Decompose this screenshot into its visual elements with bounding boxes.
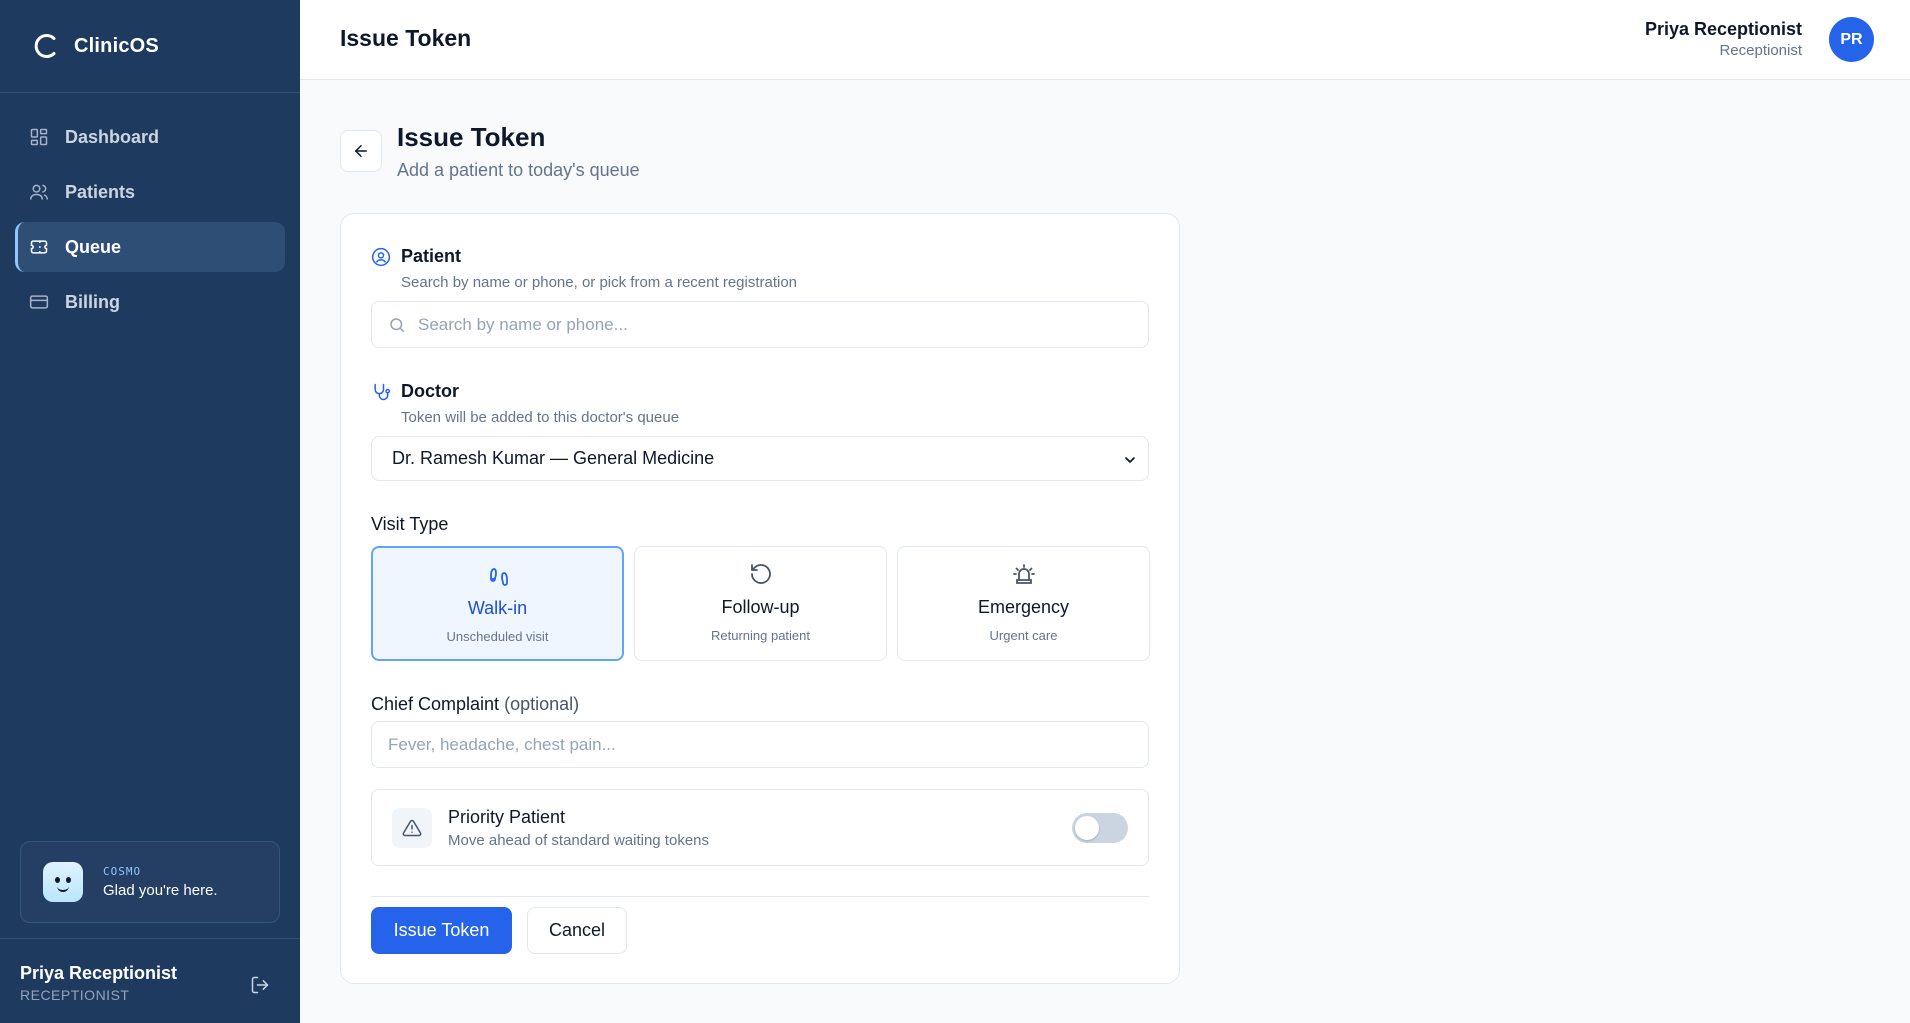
page-subtitle: Add a patient to today's queue: [397, 160, 640, 180]
priority-icon-box: [392, 808, 432, 848]
chevron-down-icon: [1125, 457, 1135, 463]
sidebar: ClinicOS Dashboard Patients Queue Billin…: [0, 0, 300, 1023]
toggle-knob: [1075, 816, 1099, 840]
issue-token-form: Patient Search by name or phone, or pick…: [340, 213, 1180, 984]
avatar[interactable]: PR: [1829, 17, 1874, 62]
sidebar-user-name: Priya Receptionist: [20, 963, 178, 983]
doctor-hint: Token will be added to this doctor's que…: [401, 409, 680, 426]
brand[interactable]: ClinicOS: [0, 0, 300, 93]
doctor-select-value: Dr. Ramesh Kumar — General Medicine: [392, 448, 715, 468]
divider: [371, 896, 1149, 897]
visit-type-follow-up[interactable]: Follow-up Returning patient: [634, 546, 887, 661]
sidebar-user: Priya Receptionist RECEPTIONIST: [0, 938, 300, 1023]
visit-type-label: Visit Type: [371, 514, 449, 534]
assistant-card[interactable]: COSMO Glad you're here.: [20, 841, 280, 923]
sidebar-item-label: Queue: [65, 236, 122, 257]
ticket-icon: [30, 240, 48, 254]
visit-type-label-walk-in: Walk-in: [467, 598, 528, 618]
complaint-optional: (optional): [504, 694, 580, 714]
priority-subtitle: Move ahead of standard waiting tokens: [448, 832, 709, 849]
visit-type-walk-in[interactable]: Walk-in Unscheduled visit: [371, 546, 624, 661]
assistant-message: Glad you're here.: [103, 882, 218, 899]
priority-toggle[interactable]: [1072, 813, 1128, 843]
logout-icon[interactable]: [250, 975, 270, 995]
sidebar-nav: Dashboard Patients Queue Billing: [0, 93, 300, 327]
topbar-user: Priya Receptionist Receptionist: [1645, 19, 1802, 59]
complaint-label: Chief Complaint (optional): [371, 694, 579, 715]
complaint-input[interactable]: Fever, headache, chest pain...: [371, 721, 1149, 768]
patient-label: Patient: [401, 246, 462, 266]
patient-search-input[interactable]: Search by name or phone...: [371, 301, 1149, 348]
visit-type-label-follow-up: Follow-up: [721, 597, 800, 617]
sidebar-user-role: RECEPTIONIST: [20, 987, 130, 1003]
priority-patient-row: Priority Patient Move ahead of standard …: [371, 789, 1149, 866]
users-icon: [29, 184, 49, 200]
complaint-label-text: Chief Complaint: [371, 694, 500, 714]
visit-type-label-emergency: Emergency: [977, 597, 1070, 617]
sidebar-item-billing[interactable]: Billing: [15, 277, 285, 327]
cosmo-avatar-icon: [43, 862, 83, 902]
clinicos-logo-icon: [34, 34, 56, 58]
sidebar-item-label: Patients: [65, 181, 136, 202]
alert-triangle-icon: [402, 819, 422, 837]
page-title: Issue Token: [397, 122, 546, 152]
sidebar-item-label: Billing: [65, 291, 120, 312]
search-icon: [390, 317, 405, 332]
dashboard-icon: [30, 128, 48, 146]
topbar: Issue Token Priya Receptionist Reception…: [300, 0, 1910, 80]
sidebar-item-queue[interactable]: Queue: [15, 222, 285, 272]
footprints-icon: [490, 568, 508, 586]
sidebar-item-patients[interactable]: Patients: [15, 167, 285, 217]
doctor-select[interactable]: Dr. Ramesh Kumar — General Medicine: [371, 436, 1149, 481]
cancel-button[interactable]: Cancel: [527, 907, 627, 954]
visit-type-sub-emergency: Urgent care: [989, 628, 1058, 643]
patient-search-placeholder: Search by name or phone...: [418, 314, 628, 334]
siren-icon: [1013, 564, 1035, 584]
user-circle-icon: [371, 247, 391, 266]
visit-type-emergency[interactable]: Emergency Urgent care: [897, 546, 1150, 661]
sidebar-item-dashboard[interactable]: Dashboard: [15, 112, 285, 162]
sidebar-item-label: Dashboard: [65, 126, 160, 147]
visit-type-sub-follow-up: Returning patient: [710, 628, 810, 643]
doctor-field-header: Doctor: [371, 381, 459, 402]
assistant-name: COSMO: [103, 865, 142, 878]
credit-card-icon: [29, 295, 49, 309]
stethoscope-icon: [374, 383, 391, 400]
priority-title: Priority Patient: [448, 807, 566, 827]
topbar-user-name: Priya Receptionist: [1644, 19, 1802, 39]
patient-hint: Search by name or phone, or pick from a …: [401, 274, 798, 291]
visit-type-sub-walk-in: Unscheduled visit: [446, 629, 549, 644]
rotate-ccw-icon: [751, 564, 771, 584]
patient-field-header: Patient: [371, 246, 461, 267]
complaint-placeholder: Fever, headache, chest pain...: [388, 734, 616, 754]
issue-token-button[interactable]: Issue Token: [371, 907, 512, 954]
back-button[interactable]: [340, 130, 382, 172]
arrow-left-icon: [355, 145, 367, 157]
brand-name: ClinicOS: [74, 34, 159, 57]
topbar-title: Issue Token: [340, 25, 472, 51]
topbar-user-role: Receptionist: [1719, 42, 1802, 59]
doctor-label: Doctor: [401, 381, 459, 401]
